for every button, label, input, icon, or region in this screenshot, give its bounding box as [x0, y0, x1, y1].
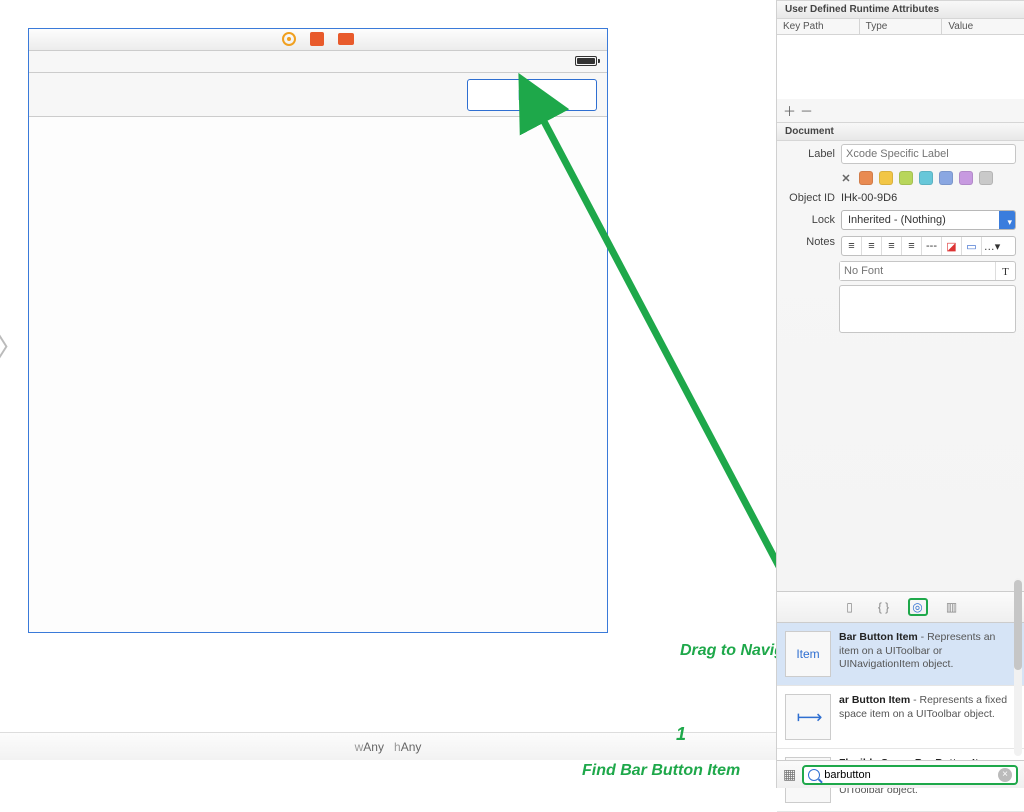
notes-font-field[interactable]	[840, 262, 995, 280]
no-format-icon[interactable]: ◪	[942, 237, 962, 255]
library-tab-code[interactable]: { }	[874, 598, 894, 616]
align-right-icon[interactable]: ≡	[882, 237, 902, 255]
size-w-value: Any	[363, 740, 384, 754]
library-tab-objects[interactable]: ◎	[908, 598, 928, 616]
library-item-text: ar Button Item - Represents a fixed spac…	[839, 694, 1016, 740]
add-attr-button[interactable]: ＋	[783, 104, 800, 119]
swatch-clear[interactable]: ✕	[839, 172, 853, 185]
library-tab-file[interactable]: ▯	[840, 598, 860, 616]
col-keypath[interactable]: Key Path	[777, 19, 860, 34]
label-color-swatches: ✕	[777, 167, 1024, 189]
device-frame[interactable]: Item	[28, 28, 608, 633]
dash-icon[interactable]: ---	[922, 237, 942, 255]
library-item-text: Bar Button Item - Represents an item on …	[839, 631, 1016, 677]
notes-font-row: T	[839, 261, 1016, 281]
document-header: Document	[777, 122, 1024, 141]
lock-label: Lock	[785, 214, 841, 226]
align-left-icon[interactable]: ≡	[842, 237, 862, 255]
notes-textarea[interactable]	[839, 285, 1016, 333]
swatch-gray[interactable]	[979, 171, 993, 185]
notes-label: Notes	[785, 236, 841, 248]
library-scrollbar[interactable]	[1014, 578, 1022, 756]
col-type[interactable]: Type	[860, 19, 943, 34]
library-thumb-item: Item	[785, 631, 831, 677]
runtime-attrs-columns: Key Path Type Value	[777, 19, 1024, 35]
swatch-yellow[interactable]	[879, 171, 893, 185]
remove-attr-button[interactable]: －	[800, 104, 817, 119]
exit-icon[interactable]	[338, 33, 354, 45]
library-item-bar-button[interactable]: Item Bar Button Item - Represents an ite…	[777, 623, 1024, 686]
more-icon[interactable]: …▾	[982, 237, 1002, 255]
library-search-input[interactable]	[824, 769, 994, 781]
annotation-num-1: 1	[676, 724, 686, 745]
swatch-teal[interactable]	[919, 171, 933, 185]
status-bar	[29, 51, 607, 73]
label-field[interactable]	[841, 144, 1016, 164]
library-view-grid-icon[interactable]: ▦	[783, 766, 796, 783]
size-h-value: Any	[401, 740, 422, 754]
viewcontroller-icon[interactable]	[282, 32, 296, 46]
objectid-value: IHk-00-9D6	[841, 192, 1016, 204]
battery-icon	[575, 56, 597, 66]
notes-format-segmented[interactable]: ≡ ≡ ≡ ≡ --- ◪ ▭ …▾	[841, 236, 1016, 256]
library-tab-media[interactable]: ▥	[942, 598, 962, 616]
runtime-attrs-header: User Defined Runtime Attributes	[777, 0, 1024, 19]
scene-toolbar	[29, 29, 607, 51]
lock-select[interactable]: Inherited - (Nothing)	[841, 210, 1016, 230]
inspector-panel: User Defined Runtime Attributes Key Path…	[776, 0, 1024, 788]
align-justify-icon[interactable]: ≡	[902, 237, 922, 255]
font-picker-button[interactable]: T	[995, 262, 1015, 280]
link-icon[interactable]: ▭	[962, 237, 982, 255]
nav-bar-button-item[interactable]: Item	[467, 79, 597, 111]
swatch-blue[interactable]	[939, 171, 953, 185]
search-clear-button[interactable]: ×	[998, 768, 1012, 782]
library-scroll-thumb[interactable]	[1014, 580, 1022, 670]
library-item-fixed-space[interactable]: ⟼ ar Button Item - Represents a fixed sp…	[777, 686, 1024, 749]
swatch-green[interactable]	[899, 171, 913, 185]
size-class-bar[interactable]: wAny hAny	[0, 732, 776, 760]
label-field-label: Label	[785, 148, 841, 160]
swatch-purple[interactable]	[959, 171, 973, 185]
inspector-spacer	[777, 341, 1024, 591]
library-search-field-wrap: ×	[802, 765, 1018, 785]
library-tabs: ▯ { } ◎ ▥	[777, 591, 1024, 623]
size-h-prefix: h	[394, 740, 401, 754]
swatch-orange[interactable]	[859, 171, 873, 185]
annotation-find-label: Find Bar Button Item	[582, 762, 740, 780]
library-thumb-fixed: ⟼	[785, 694, 831, 740]
col-value[interactable]: Value	[942, 19, 1024, 34]
first-responder-icon[interactable]	[310, 32, 324, 46]
objectid-label: Object ID	[785, 192, 841, 204]
canvas-back-arrow[interactable]: 〉	[0, 326, 24, 366]
search-icon	[808, 769, 820, 781]
runtime-attrs-table[interactable]	[777, 35, 1024, 99]
navigation-bar[interactable]: Item	[29, 73, 607, 117]
runtime-attrs-buttons: ＋－	[777, 99, 1024, 122]
align-center-icon[interactable]: ≡	[862, 237, 882, 255]
interface-builder-canvas[interactable]: 〉 Item wAny hAny	[0, 0, 776, 760]
size-w-prefix: w	[355, 740, 364, 754]
library-search-bar: ▦ ×	[777, 760, 1024, 788]
